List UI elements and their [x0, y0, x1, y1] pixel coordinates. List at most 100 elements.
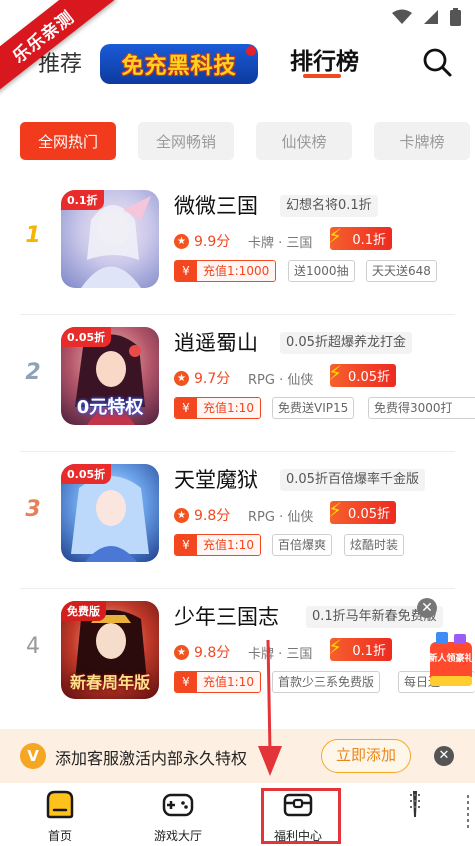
home-icon: [46, 790, 74, 819]
game-row[interactable]: 3 0.05折 天堂魔狱 0.05折百倍爆率千金版 ★ 9.8分 RPG · 仙…: [0, 452, 475, 589]
game-name[interactable]: 少年三国志: [174, 601, 279, 631]
logo-dot: [246, 46, 256, 56]
score-value: 9.9分: [194, 234, 231, 250]
tab-label: 福利中心: [273, 829, 322, 843]
yen-icon: ¥: [175, 535, 197, 555]
active-tab-underline: [303, 74, 341, 78]
lightning-icon: ⚡: [328, 498, 343, 522]
game-genre: RPG · 仙侠: [248, 373, 314, 388]
score-value: 9.8分: [194, 645, 231, 661]
lightning-icon: ⚡: [328, 224, 343, 248]
logo-text: 免充黑科技: [121, 54, 237, 79]
game-tag: 首款少三系免费版: [272, 671, 381, 693]
game-score: ★ 9.8分: [174, 505, 230, 525]
close-icon[interactable]: ✕: [434, 746, 454, 766]
cover-badge: 0.05折: [61, 327, 112, 347]
game-name[interactable]: 天堂魔狱: [174, 464, 258, 494]
yen-icon: ¥: [175, 261, 197, 281]
add-now-button[interactable]: 立即添加: [321, 739, 411, 773]
game-score: ★ 9.8分: [174, 642, 230, 662]
recharge-value: 充值1:10: [197, 398, 260, 418]
recharge-value: 充值1:10: [197, 672, 260, 692]
status-icons: [392, 8, 461, 26]
game-tagline: 幻想名将0.1折: [280, 195, 378, 217]
score-value: 9.8分: [194, 508, 231, 524]
tab-game-hall[interactable]: 游戏大厅: [133, 789, 223, 845]
game-cover[interactable]: 0.05折 0元特权: [61, 327, 159, 425]
recharge-tag: ¥ 充值1:10: [174, 534, 261, 556]
game-tag: 免费得3000打: [368, 397, 475, 419]
filter-chips: 全网热门 全网畅销 仙侠榜 卡牌榜: [20, 122, 470, 160]
tab-label: 游戏大厅: [153, 829, 202, 843]
cs-banner-text: 添加客服激活内部永久特权: [55, 749, 248, 768]
gamepad-icon: [162, 793, 194, 817]
discount-badge: ⚡ 0.1折: [328, 635, 392, 661]
new-user-gift-widget[interactable]: 新人领豪礼: [426, 630, 475, 688]
tab-welfare-center[interactable]: 福利中心: [253, 789, 343, 845]
more-icon: [467, 795, 469, 831]
recharge-tag: ¥ 充值1:10: [174, 671, 261, 693]
cover-badge: 免费版: [61, 601, 106, 621]
discount-value: 0.1折: [352, 644, 386, 659]
star-icon: ★: [174, 644, 189, 660]
rank-number: 2: [25, 360, 41, 385]
game-score: ★ 9.7分: [174, 368, 230, 388]
chip-bestselling[interactable]: 全网畅销: [138, 122, 234, 160]
star-icon: ★: [174, 233, 189, 249]
rank-number: 3: [25, 497, 41, 522]
game-row[interactable]: 4 免费版 新春周年版 少年三国志 0.1折马年新春免费版 ★ 9.8分 卡牌 …: [0, 589, 475, 726]
cover-caption: 新春周年版: [69, 673, 150, 692]
game-tag: 免费送VIP15: [272, 397, 355, 419]
score-value: 9.7分: [194, 371, 231, 387]
game-cover[interactable]: 0.1折: [61, 190, 159, 288]
treasure-box-icon: [283, 793, 313, 817]
cover-badge: 0.05折: [61, 464, 112, 484]
game-genre: 卡牌 · 三国: [248, 647, 313, 662]
game-tag: 送1000抽: [288, 260, 355, 282]
discount-value: 0.05折: [348, 507, 390, 522]
discount-badge: ⚡ 0.05折: [328, 498, 396, 524]
search-icon[interactable]: [421, 46, 453, 78]
game-name[interactable]: 逍遥蜀山: [174, 327, 258, 357]
cs-banner: V 添加客服激活内部永久特权 立即添加 ✕: [0, 729, 475, 783]
rank-number: 1: [25, 223, 41, 248]
profile-icon: [410, 791, 420, 817]
game-tagline: 0.05折超爆养龙打金: [280, 332, 412, 354]
app-screen: 乐乐亲测 推荐 免充黑科技 排行榜 全网热门 全网畅销 仙侠榜 卡牌榜 1 0.…: [0, 0, 475, 846]
tab-label: 首页: [47, 829, 72, 843]
gift-label: 新人领豪礼: [428, 654, 474, 664]
game-row[interactable]: 1 0.1折 微微三国 幻想名将0.1折 ★ 9.9分 卡牌 · 三国 ⚡ 0.…: [0, 178, 475, 315]
tab-profile[interactable]: [370, 789, 460, 845]
recharge-tag: ¥ 充值1:10: [174, 397, 261, 419]
game-genre: RPG · 仙侠: [248, 510, 314, 525]
cover-badge: 0.1折: [61, 190, 104, 210]
lightning-icon: ⚡: [328, 361, 343, 385]
game-tag: 炫酷时装: [344, 534, 405, 556]
chip-hot[interactable]: 全网热门: [20, 122, 116, 160]
game-cover[interactable]: 免费版 新春周年版: [61, 601, 159, 699]
recharge-tag: ¥ 充值1:1000: [174, 260, 277, 282]
lightning-icon: ⚡: [328, 635, 343, 659]
game-tag: 天天送648: [366, 260, 437, 282]
float-close-icon[interactable]: ✕: [417, 598, 437, 618]
discount-badge: ⚡ 0.05折: [328, 361, 396, 387]
game-name[interactable]: 微微三国: [174, 190, 258, 220]
chip-card[interactable]: 卡牌榜: [374, 122, 470, 160]
game-tagline: 0.05折百倍爆率千金版: [280, 469, 425, 491]
discount-value: 0.05折: [348, 370, 390, 385]
game-genre: 卡牌 · 三国: [248, 236, 313, 251]
chip-xianxia[interactable]: 仙侠榜: [256, 122, 352, 160]
brand-logo[interactable]: 免充黑科技: [100, 44, 258, 84]
star-icon: ★: [174, 370, 189, 386]
yen-icon: ¥: [175, 398, 197, 418]
game-tag: 百倍爆爽: [272, 534, 333, 556]
signal-icon: [424, 10, 438, 24]
vip-icon: V: [20, 743, 46, 769]
game-cover[interactable]: 0.05折: [61, 464, 159, 562]
tab-home[interactable]: 首页: [15, 789, 105, 845]
game-row[interactable]: 2 0.05折 0元特权 逍遥蜀山 0.05折超爆养龙打金 ★ 9.7分 RPG…: [0, 315, 475, 452]
tab-ranking[interactable]: 排行榜: [290, 42, 359, 76]
game-score: ★ 9.9分: [174, 231, 230, 251]
recharge-value: 充值1:1000: [197, 261, 276, 281]
bottom-tab-bar: 首页 游戏大厅 福利中心: [0, 783, 475, 846]
